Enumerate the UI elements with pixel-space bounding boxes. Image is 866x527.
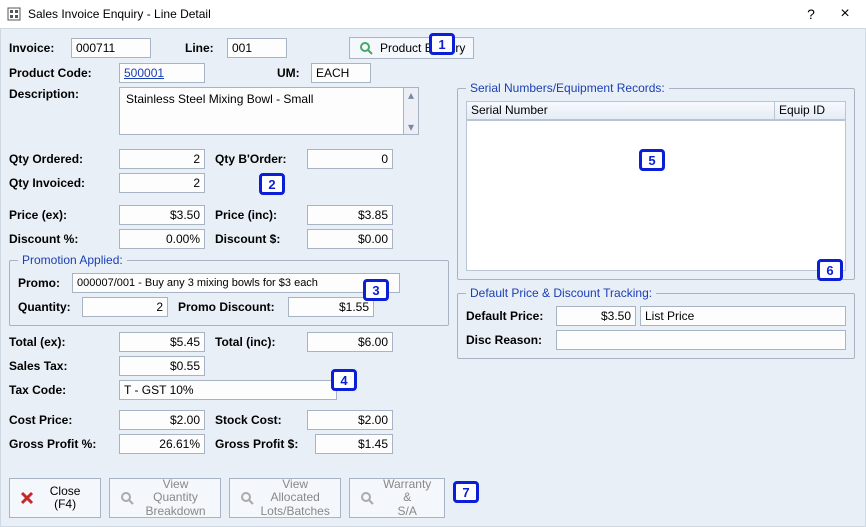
qty-breakdown-l2: Breakdown xyxy=(145,505,205,518)
stock-cost-field: $2.00 xyxy=(307,410,393,430)
serial-grid-header: Serial Number Equip ID xyxy=(467,102,845,120)
product-enquiry-button[interactable]: Product Enquiry xyxy=(349,37,474,59)
line-field[interactable]: 001 xyxy=(227,38,287,58)
bottom-toolbar: Close (F4) View Quantity Breakdown View … xyxy=(9,478,857,518)
gp-amt-label: Gross Profit $: xyxy=(215,437,315,451)
stock-cost-label: Stock Cost: xyxy=(215,413,307,427)
default-price-field: $3.50 xyxy=(556,306,636,326)
disc-amt-label: Discount $: xyxy=(215,232,307,246)
price-inc-field: $3.85 xyxy=(307,205,393,225)
serial-group: Serial Numbers/Equipment Records: Serial… xyxy=(457,81,855,280)
price-inc-label: Price (inc): xyxy=(215,208,307,222)
right-column: Serial Numbers/Equipment Records: Serial… xyxy=(457,81,855,359)
total-inc-label: Total (inc): xyxy=(215,335,307,349)
qty-border-field: 0 xyxy=(307,149,393,169)
callout-3: 3 xyxy=(363,279,389,301)
header-row: Invoice: 000711 Line: 001 Product Enquir… xyxy=(9,37,474,59)
total-inc-field: $6.00 xyxy=(307,332,393,352)
um-field: EACH xyxy=(311,63,371,83)
default-price-label: Default Price: xyxy=(466,309,556,323)
cost-price-field: $2.00 xyxy=(119,410,205,430)
lots-button[interactable]: View Allocated Lots/Batches xyxy=(229,478,341,518)
magnifier-icon xyxy=(240,490,254,506)
close-icon xyxy=(20,490,34,506)
promo-legend: Promotion Applied: xyxy=(18,253,127,267)
title-bar: Sales Invoice Enquiry - Line Detail ? × xyxy=(0,0,866,28)
disc-pct-field: 0.00% xyxy=(119,229,205,249)
description-scrollbar[interactable]: ▴ ▾ xyxy=(403,87,419,135)
invoice-label: Invoice: xyxy=(9,41,65,55)
default-price-type-field: List Price xyxy=(640,306,846,326)
promo-label: Promo: xyxy=(18,276,72,290)
qty-border-label: Qty B'Order: xyxy=(215,152,307,166)
lots-l1: View Allocated xyxy=(260,478,330,504)
magnifier-icon xyxy=(360,490,374,506)
gp-pct-field: 26.61% xyxy=(119,434,205,454)
disc-amt-field: $0.00 xyxy=(307,229,393,249)
disc-reason-field xyxy=(556,330,846,350)
description-label: Description: xyxy=(9,87,119,101)
warranty-l2: S/A xyxy=(398,505,417,518)
gp-pct-label: Gross Profit %: xyxy=(9,437,119,451)
disc-pct-label: Discount %: xyxy=(9,232,119,246)
scroll-down-icon[interactable]: ▾ xyxy=(404,120,418,134)
callout-1: 1 xyxy=(429,33,455,55)
client-area: Invoice: 000711 Line: 001 Product Enquir… xyxy=(0,28,866,527)
close-button[interactable]: Close (F4) xyxy=(9,478,101,518)
scroll-up-icon[interactable]: ▴ xyxy=(404,88,418,102)
gp-amt-field: $1.45 xyxy=(315,434,393,454)
serial-col-serial[interactable]: Serial Number xyxy=(467,102,775,119)
promo-disc-field: $1.55 xyxy=(288,297,374,317)
price-ex-label: Price (ex): xyxy=(9,208,119,222)
sales-tax-field: $0.55 xyxy=(119,356,205,376)
cost-price-label: Cost Price: xyxy=(9,413,119,427)
promo-qty-field: 2 xyxy=(82,297,168,317)
serial-col-equip[interactable]: Equip ID xyxy=(775,102,845,119)
disc-reason-label: Disc Reason: xyxy=(466,333,556,347)
help-button[interactable]: ? xyxy=(794,2,828,26)
qty-ordered-label: Qty Ordered: xyxy=(9,152,119,166)
qty-breakdown-l1: View Quantity xyxy=(141,478,210,504)
callout-5: 5 xyxy=(639,149,665,171)
serial-legend: Serial Numbers/Equipment Records: xyxy=(466,81,669,95)
qty-ordered-field: 2 xyxy=(119,149,205,169)
lots-l2: Lots/Batches xyxy=(260,505,329,518)
tax-code-field: T - GST 10% xyxy=(119,380,337,400)
um-label: UM: xyxy=(277,66,311,80)
callout-2: 2 xyxy=(259,173,285,195)
qty-breakdown-button[interactable]: View Quantity Breakdown xyxy=(109,478,221,518)
total-ex-label: Total (ex): xyxy=(9,335,119,349)
description-field[interactable]: Stainless Steel Mixing Bowl - Small xyxy=(119,87,403,135)
window-title: Sales Invoice Enquiry - Line Detail xyxy=(28,7,794,21)
promo-disc-label: Promo Discount: xyxy=(178,300,288,314)
app-icon xyxy=(6,6,22,22)
left-column: Product Code: 500001 UM: EACH Descriptio… xyxy=(9,63,449,458)
total-ex-field: $5.45 xyxy=(119,332,205,352)
close-button-label: Close (F4) xyxy=(40,485,90,511)
serial-grid-body[interactable] xyxy=(466,121,846,271)
callout-7: 7 xyxy=(453,481,479,503)
qty-invoiced-label: Qty Invoiced: xyxy=(9,176,119,190)
qty-invoiced-field: 2 xyxy=(119,173,205,193)
window-close-button[interactable]: × xyxy=(828,2,862,26)
line-label: Line: xyxy=(185,41,221,55)
tax-code-label: Tax Code: xyxy=(9,383,119,397)
callout-6: 6 xyxy=(817,259,843,281)
default-price-legend: Default Price & Discount Tracking: xyxy=(466,286,656,300)
product-code-link[interactable]: 500001 xyxy=(119,63,205,83)
magnifier-icon xyxy=(120,490,135,506)
promo-field: 000007/001 - Buy any 3 mixing bowls for … xyxy=(72,273,400,293)
warranty-l1: Warranty & xyxy=(380,478,434,504)
invoice-field[interactable]: 000711 xyxy=(71,38,151,58)
price-ex-field: $3.50 xyxy=(119,205,205,225)
product-code-label: Product Code: xyxy=(9,66,119,80)
callout-4: 4 xyxy=(331,369,357,391)
default-price-group: Default Price & Discount Tracking: Defau… xyxy=(457,286,855,359)
sales-tax-label: Sales Tax: xyxy=(9,359,119,373)
warranty-button[interactable]: Warranty & S/A xyxy=(349,478,445,518)
promo-qty-label: Quantity: xyxy=(18,300,82,314)
magnifier-icon xyxy=(358,40,374,56)
